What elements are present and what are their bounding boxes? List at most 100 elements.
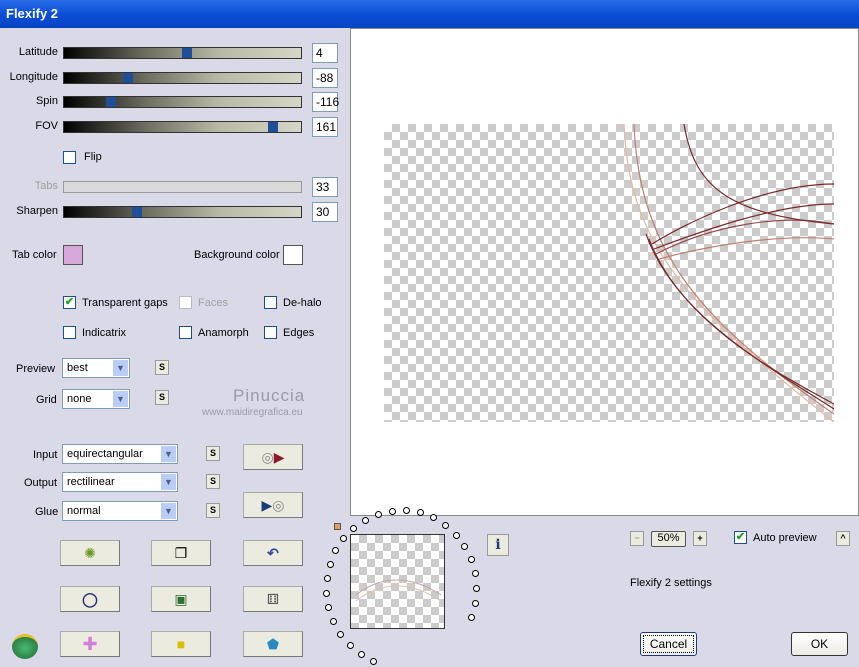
info-button[interactable]: i	[487, 534, 509, 556]
navigator-dot[interactable]	[429, 514, 437, 522]
glue-save-button[interactable]: S	[206, 503, 220, 518]
chevron-down-icon: ▼	[113, 391, 128, 407]
navigator-dot[interactable]	[340, 535, 348, 543]
slider-thumb[interactable]	[132, 207, 143, 217]
brick-icon: ■	[176, 636, 186, 652]
navigator-dot[interactable]	[388, 507, 396, 515]
cross-button[interactable]: ✚	[60, 631, 120, 657]
output-save-button[interactable]: S	[206, 474, 220, 489]
navigator-dot[interactable]	[332, 547, 340, 555]
slider-track	[63, 181, 302, 193]
navigator-dot[interactable]	[330, 618, 338, 626]
slider-label: Tabs	[34, 180, 58, 192]
navigator-dot[interactable]	[374, 510, 382, 518]
slider-thumb[interactable]	[182, 48, 193, 58]
indicatrix-checkbox[interactable]	[63, 326, 76, 339]
de-halo-checkbox[interactable]	[264, 296, 277, 309]
grid-select[interactable]: none ▼	[62, 389, 130, 409]
load-preset-button[interactable]: ◎▶	[243, 444, 303, 470]
output-select[interactable]: rectilinear ▼	[62, 472, 178, 492]
navigator-handle[interactable]	[334, 523, 341, 530]
navigator-dot[interactable]	[357, 650, 365, 658]
navigator-dot[interactable]	[467, 613, 475, 621]
navigator-dot[interactable]	[323, 589, 331, 597]
tab-color-swatch[interactable]	[63, 245, 83, 265]
slider-value-input[interactable]: -116	[312, 92, 339, 112]
transparent-gaps-checkbox[interactable]: ✔	[63, 296, 76, 309]
navigator-dot[interactable]	[361, 516, 369, 524]
anamorph-label: Anamorph	[198, 327, 249, 339]
input-label: Input	[33, 449, 58, 461]
ok-button[interactable]: OK	[791, 632, 848, 656]
navigator-dot[interactable]	[467, 556, 475, 564]
slider-value-input[interactable]: -88	[312, 68, 338, 88]
output-value: rectilinear	[67, 476, 115, 488]
slider-value-input[interactable]: 30	[312, 202, 338, 222]
auto-preview-checkbox[interactable]: ✔	[734, 531, 747, 544]
random-button[interactable]: ⚅	[243, 586, 303, 612]
anamorph-checkbox[interactable]	[179, 326, 192, 339]
randomize-all-button[interactable]: ✺	[60, 540, 120, 566]
preview-area[interactable]	[350, 28, 859, 516]
navigator-dot[interactable]	[346, 641, 354, 649]
navigator-dot[interactable]	[370, 657, 378, 665]
compass-icon: ✺	[84, 545, 96, 561]
copy-button[interactable]: ❐	[151, 540, 211, 566]
navigator-dot[interactable]	[326, 560, 334, 568]
zoom-in-button[interactable]: +	[693, 531, 707, 546]
flaming-pear-logo-icon[interactable]	[12, 634, 38, 659]
navigator-dot[interactable]	[471, 599, 479, 607]
slider-label: Longitude	[9, 71, 58, 83]
slider-track[interactable]	[63, 72, 302, 84]
undo-button[interactable]: ↶	[243, 540, 303, 566]
settings-name: Flexify 2 settings	[630, 577, 712, 589]
cancel-button[interactable]: Cancel	[640, 632, 697, 656]
glue-select[interactable]: normal ▼	[62, 501, 178, 521]
save-preset-button[interactable]: ▶◎	[243, 492, 303, 518]
faces-checkbox	[179, 296, 192, 309]
background-color-swatch[interactable]	[283, 245, 303, 265]
brick-button[interactable]: ■	[151, 631, 211, 657]
frame-button[interactable]: ▣	[151, 586, 211, 612]
collapse-button[interactable]: ^	[836, 531, 850, 546]
play-disc-icon: ▶◎	[261, 497, 285, 513]
slider-track[interactable]	[63, 206, 302, 218]
navigator-dot[interactable]	[323, 575, 331, 583]
navigator-dot[interactable]	[461, 543, 469, 551]
zoom-out-button[interactable]: −	[630, 531, 644, 546]
faces-label: Faces	[198, 297, 228, 309]
navigator-dot[interactable]	[350, 524, 358, 532]
preview-value: best	[67, 362, 88, 374]
navigator-dot[interactable]	[473, 585, 480, 592]
preview-select[interactable]: best ▼	[62, 358, 130, 378]
dice-icon: ⚅	[266, 591, 280, 607]
chevron-down-icon: ▼	[113, 360, 128, 376]
edges-checkbox[interactable]	[264, 326, 277, 339]
watermark-name: Pinuccia	[233, 386, 306, 405]
pentagon-button[interactable]: ⬟	[243, 631, 303, 657]
slider-value-input[interactable]: 161	[312, 117, 338, 137]
navigator-dot[interactable]	[337, 630, 345, 638]
grid-save-button[interactable]: S	[155, 390, 169, 405]
preview-save-button[interactable]: S	[155, 360, 169, 375]
navigator-dot[interactable]	[471, 570, 479, 578]
flip-checkbox[interactable]	[63, 151, 76, 164]
slider-track[interactable]	[63, 47, 302, 59]
navigator-dot[interactable]	[402, 507, 410, 515]
navigator-thumbnail[interactable]	[350, 534, 445, 629]
slider-value-input[interactable]: 33	[312, 177, 338, 197]
slider-value-input[interactable]: 4	[312, 43, 338, 63]
navigator-dot[interactable]	[325, 604, 333, 612]
slider-thumb[interactable]	[267, 122, 278, 132]
slider-track[interactable]	[63, 96, 302, 108]
navigator-dot[interactable]	[442, 521, 450, 529]
input-save-button[interactable]: S	[206, 446, 220, 461]
slider-track[interactable]	[63, 121, 302, 133]
navigator-dot[interactable]	[452, 531, 460, 539]
input-select[interactable]: equirectangular ▼	[62, 444, 178, 464]
ring-button[interactable]: ◯	[60, 586, 120, 612]
indicatrix-label: Indicatrix	[82, 327, 127, 339]
transparent-gaps-label: Transparent gaps	[82, 297, 168, 309]
slider-thumb[interactable]	[122, 73, 133, 83]
slider-thumb[interactable]	[106, 97, 117, 107]
